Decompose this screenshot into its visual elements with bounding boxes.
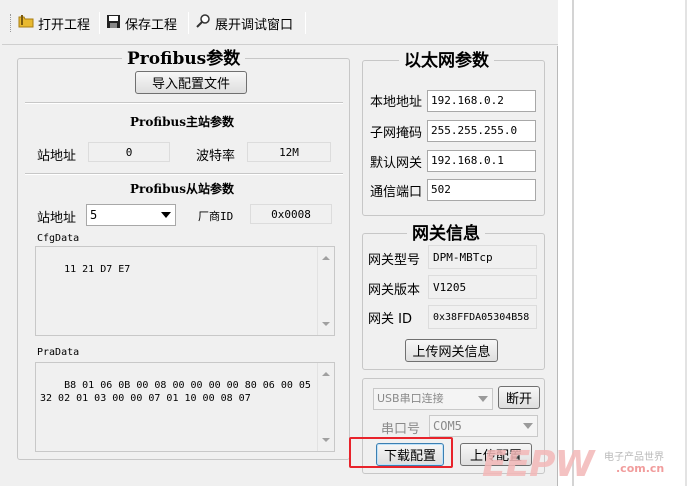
watermark-cn-text: 电子产品世界 [604,452,664,463]
baud-rate-field[interactable]: 12M [247,142,331,162]
background-area [559,0,692,486]
folder-icon [18,13,34,33]
gateway-version-field[interactable]: V1205 [428,275,537,299]
floppy-icon [106,14,121,33]
slave-station-select[interactable]: 5 [86,204,176,226]
pradata-label: PraData [37,347,80,358]
gateway-model-field[interactable]: DPM-MBTcp [428,245,537,269]
disconnect-button[interactable]: 断开 [498,386,540,409]
gateway-version-label: 网关版本 [368,283,421,298]
local-ip-input[interactable]: 192.168.0.2 [427,90,536,112]
port-label: 通信端口 [370,185,423,200]
vertical-scrollbar[interactable] [317,363,334,451]
profibus-group-title: Profibus参数 [122,48,246,70]
cfgdata-textarea[interactable]: 11 21 D7 E7 [35,246,335,336]
scroll-down-icon[interactable] [322,438,330,442]
subnet-mask-input[interactable]: 255.255.255.0 [427,120,536,142]
highlight-box [349,437,453,468]
divider [685,0,687,486]
toolbar-grip[interactable] [10,14,14,32]
toolbar-separator [188,12,189,34]
cfgdata-label: CfgData [37,233,80,244]
baud-rate-label: 波特率 [196,149,236,164]
import-config-button[interactable]: 导入配置文件 [135,71,247,94]
gateway-input[interactable]: 192.168.0.1 [427,150,536,172]
config-window: 打开工程 保存工程 展开调试窗口 Profibus参数 导入配置文件 Profi… [0,0,558,486]
watermark-url: .com.cn [616,462,665,475]
pradata-text: B8 01 06 0B 00 08 00 00 00 00 80 06 00 0… [40,380,311,404]
save-project-label: 保存工程 [125,17,178,33]
cfgdata-text: 11 21 D7 E7 [64,264,131,275]
divider [572,0,574,486]
serial-port-select[interactable]: COM5 [429,415,538,437]
port-input[interactable]: 502 [427,179,536,201]
magnifier-icon [195,13,211,33]
ethernet-group-title: 以太网参数 [399,50,494,72]
gateway-id-field[interactable]: 0x38FFDA05304B58 [428,305,537,329]
serial-port-value: COM5 [433,419,462,433]
master-section-title: Profibus主站参数 [130,115,234,129]
expand-debug-button[interactable]: 展开调试窗口 [195,12,293,34]
connection-mode-select[interactable]: USB串口连接 [373,388,493,410]
slave-station-label: 站地址 [37,211,77,226]
master-station-label: 站地址 [37,149,77,164]
subnet-mask-label: 子网掩码 [370,126,423,141]
slave-section-title: Profibus从站参数 [130,182,234,196]
watermark-logo: EEPW [482,444,594,485]
vendor-id-field[interactable]: 0x0008 [250,204,332,224]
scroll-down-icon[interactable] [322,322,330,326]
pradata-textarea[interactable]: B8 01 06 0B 00 08 00 00 00 00 80 06 00 0… [35,362,335,452]
gateway-id-label: 网关 ID [368,312,412,327]
serial-port-label: 串口号 [381,422,421,437]
toolbar-separator [99,12,100,34]
section-divider [25,173,343,175]
connection-mode-value: USB串口连接 [377,392,444,405]
open-project-button[interactable]: 打开工程 [18,12,90,34]
open-project-label: 打开工程 [38,17,91,33]
toolbar-border [2,44,558,45]
toolbar-separator [305,12,306,34]
gateway-model-label: 网关型号 [368,253,421,268]
gateway-info-title: 网关信息 [407,223,485,245]
upload-gateway-info-button[interactable]: 上传网关信息 [405,339,498,362]
master-station-field[interactable]: 0 [88,142,170,162]
chevron-down-icon [523,423,533,429]
toolbar: 打开工程 保存工程 展开调试窗口 [0,0,558,46]
slave-station-value: 5 [90,208,98,222]
section-divider [25,102,343,104]
vertical-scrollbar[interactable] [317,247,334,335]
local-ip-label: 本地地址 [370,95,423,110]
scroll-up-icon[interactable] [322,372,330,376]
save-project-button[interactable]: 保存工程 [106,12,177,34]
watermark: EEPW 电子产品世界 .com.cn [466,444,688,485]
scroll-up-icon[interactable] [322,256,330,260]
chevron-down-icon [478,396,488,402]
vendor-id-label: 厂商ID [198,210,234,223]
gateway-label: 默认网关 [370,156,423,171]
chevron-down-icon [161,212,171,218]
expand-debug-label: 展开调试窗口 [215,17,294,33]
